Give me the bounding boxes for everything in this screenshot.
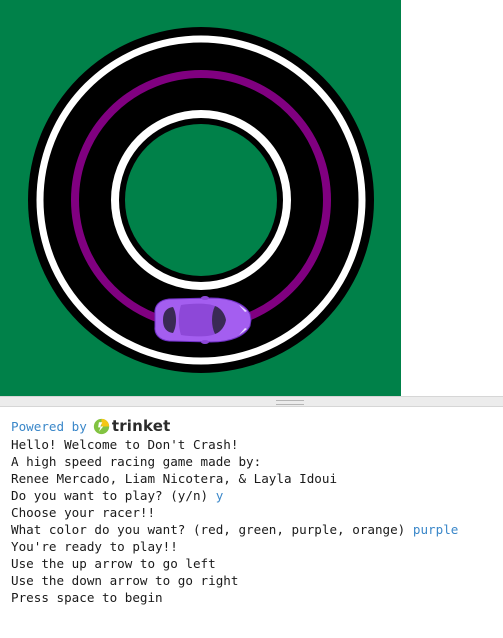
splitter-grip-icon[interactable] [276, 400, 304, 405]
console-line: You're ready to play!! [11, 538, 503, 555]
console-line-text: Hello! Welcome to Don't Crash! [11, 437, 239, 452]
car-mirror-right [201, 340, 209, 344]
powered-by-bar: Powered by trinket [11, 417, 503, 436]
console-line: Choose your racer!! [11, 504, 503, 521]
console-user-input: y [215, 488, 224, 503]
console-user-input: purple [412, 522, 459, 537]
trinket-logo-link[interactable]: trinket [93, 418, 171, 435]
console-line-text: What color do you want? (red, green, pur… [11, 522, 413, 537]
console-lines: Hello! Welcome to Don't Crash! A high spe… [11, 436, 503, 606]
player-car [154, 296, 252, 344]
console-line: Hello! Welcome to Don't Crash! [11, 436, 503, 453]
console-line-text: Use the up arrow to go left [11, 556, 216, 571]
console-line-text: Choose your racer!! [11, 505, 156, 520]
infield-grass [125, 124, 277, 276]
graphics-output-area [0, 0, 503, 396]
car-cabin [178, 303, 215, 337]
console-output: Powered by trinket Hello! Welcome to Don… [0, 407, 503, 638]
pane-splitter[interactable] [0, 396, 503, 407]
console-line-text: Press space to begin [11, 590, 163, 605]
console-line-text: A high speed racing game made by: [11, 454, 262, 469]
car-mirror-left [201, 296, 209, 300]
trinket-brand-text: trinket [111, 417, 171, 435]
console-line: A high speed racing game made by: [11, 453, 503, 470]
console-line: Press space to begin [11, 589, 503, 606]
console-line: Renee Mercado, Liam Nicotera, & Layla Id… [11, 470, 503, 487]
powered-by-label: Powered by [11, 419, 87, 434]
trinket-app: Powered by trinket Hello! Welcome to Don… [0, 0, 503, 638]
console-line: Use the up arrow to go left [11, 555, 503, 572]
console-line: Use the down arrow to go right [11, 572, 503, 589]
console-line: What color do you want? (red, green, pur… [11, 521, 503, 538]
trinket-logo-icon [93, 418, 109, 435]
console-line-text: Use the down arrow to go right [11, 573, 239, 588]
console-line-text: Renee Mercado, Liam Nicotera, & Layla Id… [11, 471, 338, 486]
console-line-text: You're ready to play!! [11, 539, 178, 554]
game-canvas[interactable] [0, 0, 401, 396]
console-line: Do you want to play? (y/n) y [11, 487, 503, 504]
console-line-text: Do you want to play? (y/n) [11, 488, 216, 503]
